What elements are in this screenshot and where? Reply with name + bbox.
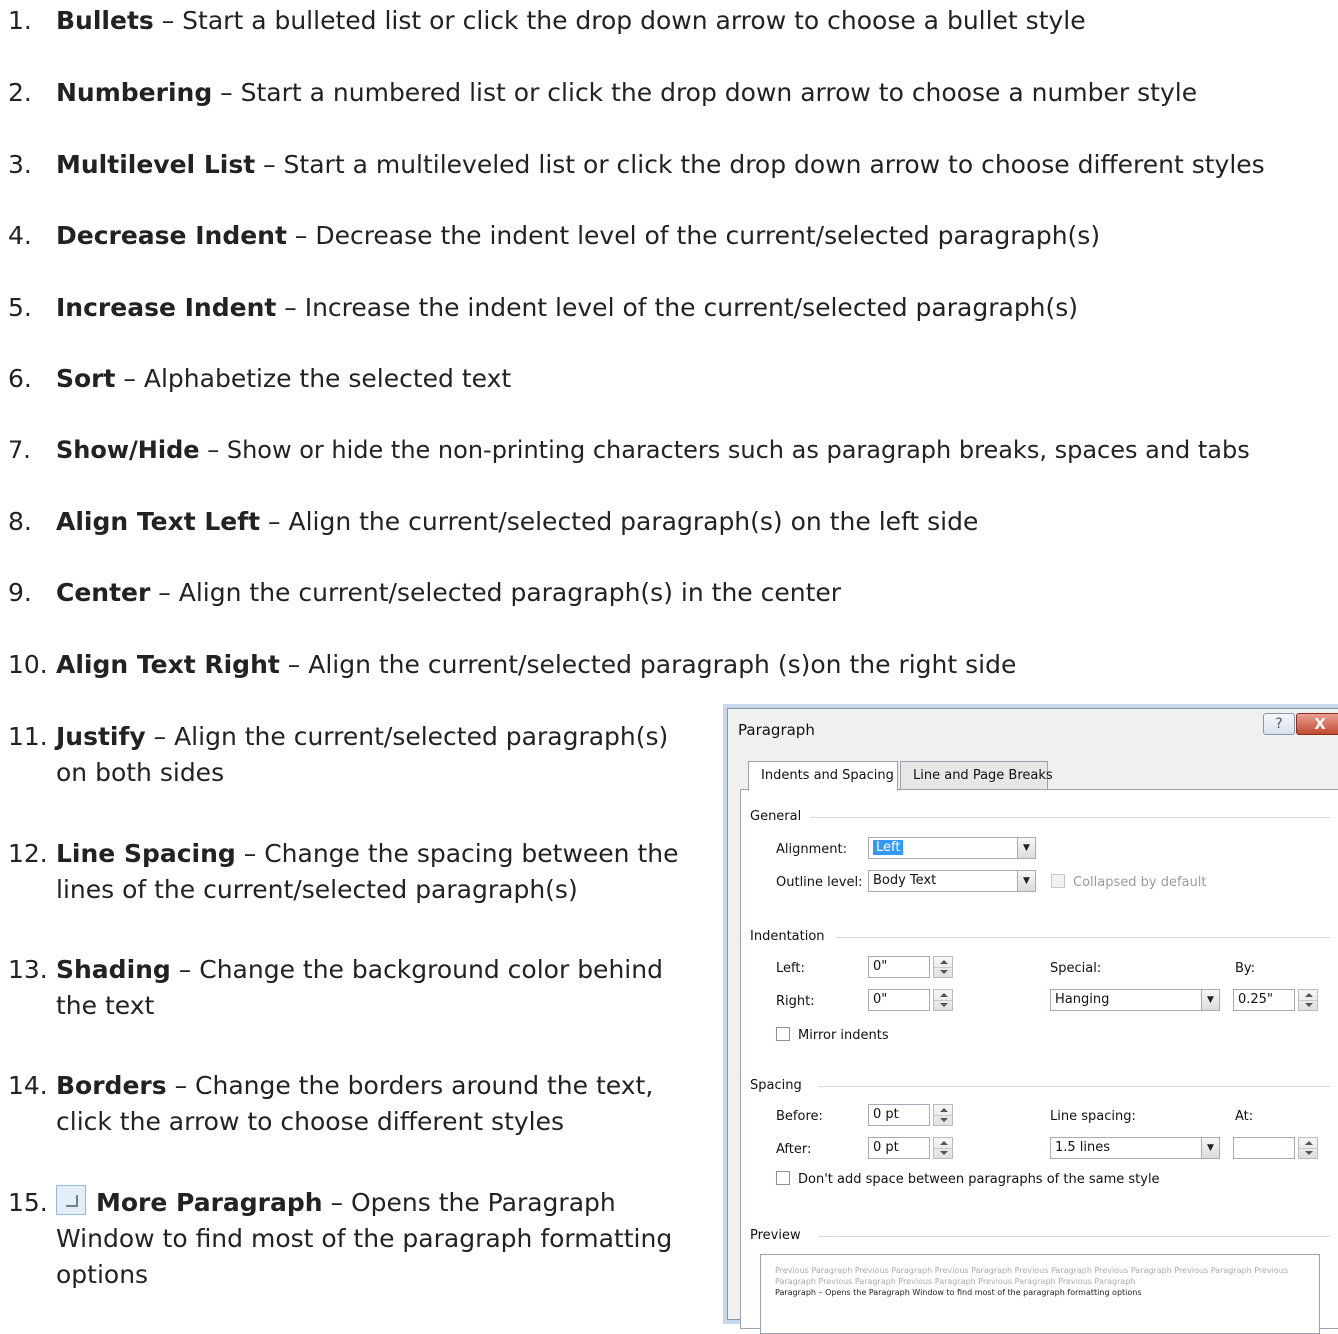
list-item: 12. Line Spacing – Change the spacing bet… <box>8 839 679 904</box>
indent-right-spinner[interactable] <box>933 989 953 1011</box>
dialog-launcher-icon <box>56 1185 86 1215</box>
preview-box: Previous Paragraph Previous Paragraph Pr… <box>760 1254 1320 1334</box>
indent-right-label: Right: <box>776 994 815 1009</box>
chevron-down-icon[interactable]: ▼ <box>1017 871 1035 891</box>
dont-add-space-checkbox[interactable] <box>776 1171 790 1185</box>
indent-left-label: Left: <box>776 961 805 976</box>
by-spinner[interactable] <box>1298 989 1318 1011</box>
dont-add-space-label: Don't add space between paragraphs of th… <box>798 1172 1160 1187</box>
section-indentation-title: Indentation <box>750 929 825 944</box>
tab-panel <box>740 789 1338 1329</box>
list-item: 15. More Paragraph – Opens the Paragraph … <box>8 1185 708 1293</box>
list-item: 7. Show/Hide – Show or hide the non-print… <box>8 436 1250 464</box>
by-label: By: <box>1235 961 1256 976</box>
alignment-label: Alignment: <box>776 842 847 857</box>
tab-indents-and-spacing[interactable]: Indents and Spacing <box>748 761 898 791</box>
line-spacing-select[interactable]: 1.5 lines ▼ <box>1050 1137 1220 1159</box>
mirror-indents-checkbox[interactable] <box>776 1027 790 1041</box>
collapsed-by-default-label: Collapsed by default <box>1073 875 1207 890</box>
list-item: 9. Center – Align the current/selected pa… <box>8 578 842 607</box>
special-label: Special: <box>1050 961 1102 976</box>
paragraph-dialog: Paragraph ? X Indents and Spacing Line a… <box>727 708 1338 1334</box>
divider <box>818 1236 1330 1237</box>
list-item: 14. Borders – Change the borders around t… <box>8 1071 654 1136</box>
section-spacing-title: Spacing <box>750 1078 802 1093</box>
list-item: 5. Increase Indent – Increase the indent … <box>8 293 1079 322</box>
list-item: 11. Justify – Align the current/selected … <box>8 722 669 787</box>
list-item: 6. Sort – Alphabetize the selected text <box>8 364 512 393</box>
list-item: 2. Numbering – Start a numbered list or c… <box>8 78 1198 107</box>
spacing-before-input[interactable]: 0 pt <box>868 1104 930 1126</box>
section-general-title: General <box>750 809 802 824</box>
indent-left-spinner[interactable] <box>933 956 953 978</box>
at-label: At: <box>1235 1109 1254 1124</box>
list-item: 3. Multilevel List – Start a multileveled… <box>8 150 1265 179</box>
indent-right-input[interactable]: 0" <box>868 989 930 1011</box>
divider <box>836 937 1330 938</box>
spacing-before-label: Before: <box>776 1109 823 1124</box>
list-item: 1. Bullets – Start a bulleted list or cli… <box>8 6 1086 35</box>
collapsed-by-default-checkbox[interactable] <box>1051 874 1065 888</box>
list-item: 13. Shading – Change the background color… <box>8 955 663 1020</box>
chevron-down-icon[interactable]: ▼ <box>1017 838 1035 858</box>
chevron-down-icon[interactable]: ▼ <box>1201 1138 1219 1158</box>
line-spacing-label: Line spacing: <box>1050 1109 1136 1124</box>
spacing-after-spinner[interactable] <box>933 1137 953 1159</box>
close-button[interactable]: X <box>1296 713 1338 735</box>
preview-previous-text: Previous Paragraph Previous Paragraph Pr… <box>775 1266 1289 1286</box>
by-input[interactable]: 0.25" <box>1233 989 1295 1011</box>
outline-level-label: Outline level: <box>776 875 863 890</box>
spacing-before-spinner[interactable] <box>933 1104 953 1126</box>
list-item: 10. Align Text Right – Align the current/… <box>8 650 1017 679</box>
chevron-down-icon[interactable]: ▼ <box>1201 990 1219 1010</box>
at-input[interactable] <box>1233 1137 1295 1159</box>
divider <box>818 1086 1330 1087</box>
indent-left-input[interactable]: 0" <box>868 956 930 978</box>
tab-line-and-page-breaks[interactable]: Line and Page Breaks <box>900 761 1053 789</box>
special-select[interactable]: Hanging ▼ <box>1050 989 1220 1011</box>
list-item: 8. Align Text Left – Align the current/se… <box>8 507 979 536</box>
list-item: 4. Decrease Indent – Decrease the indent … <box>8 221 1101 250</box>
outline-level-select[interactable]: Body Text ▼ <box>868 870 1036 892</box>
section-preview-title: Preview <box>750 1228 801 1243</box>
dialog-title: Paragraph <box>738 721 815 739</box>
help-button[interactable]: ? <box>1263 713 1295 735</box>
mirror-indents-label: Mirror indents <box>798 1028 889 1043</box>
divider <box>810 817 1330 818</box>
at-spinner[interactable] <box>1298 1137 1318 1159</box>
preview-current-text: Paragraph – Opens the Paragraph Window t… <box>775 1288 1142 1297</box>
spacing-after-label: After: <box>776 1142 812 1157</box>
spacing-after-input[interactable]: 0 pt <box>868 1137 930 1159</box>
alignment-select[interactable]: Left ▼ <box>868 837 1036 859</box>
